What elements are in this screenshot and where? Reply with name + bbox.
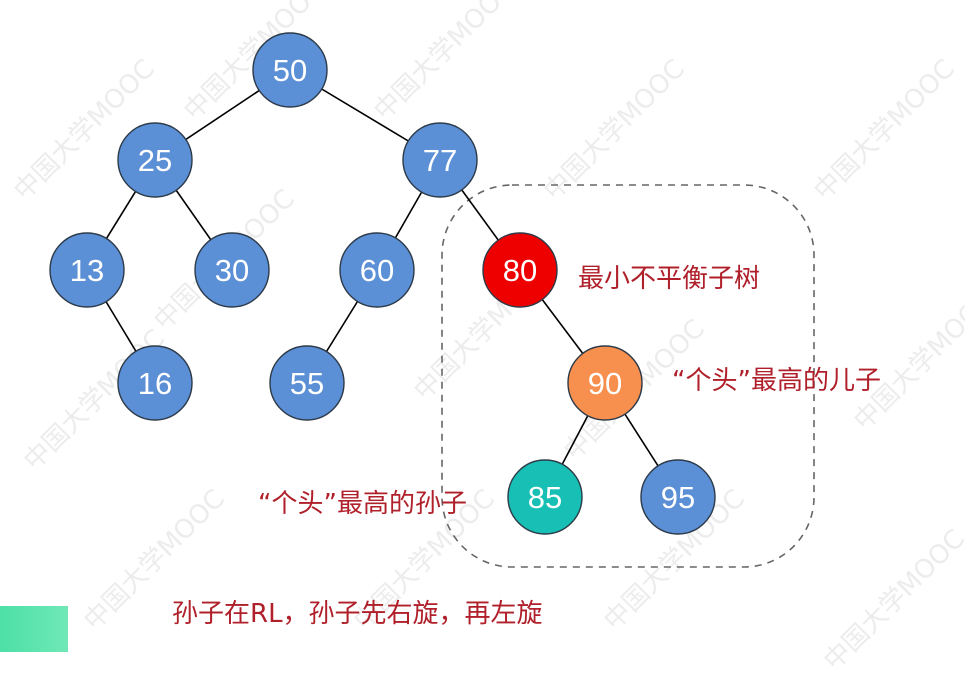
node-value: 80 [503,253,537,288]
node-value: 90 [588,366,622,401]
tree-node-16: 16 [117,345,193,421]
tallest-child-label: “个头”最高的儿子 [672,366,881,396]
tallest-grandchild-label: “个头”最高的孙子 [258,489,467,519]
tree-node-77: 77 [402,122,478,198]
node-value: 77 [423,143,457,178]
tree-node-30: 30 [194,232,270,308]
min-unbalanced-subtree-label: 最小不平衡子树 [578,264,761,294]
node-value: 30 [215,253,249,288]
tree-node-55: 55 [269,345,345,421]
corner-decoration [0,606,68,652]
tree-node-50: 50 [252,32,328,108]
node-value: 55 [290,366,324,401]
node-value: 60 [360,253,394,288]
node-value: 25 [138,143,172,178]
node-value: 50 [273,53,307,88]
node-value: 85 [528,480,562,515]
tree-node-25: 25 [117,122,193,198]
node-value: 95 [661,480,695,515]
tree-node-90: 90 [567,345,643,421]
node-value: 16 [138,366,172,401]
node-value: 13 [70,253,104,288]
tree-node-80: 80 [482,232,558,308]
tree-node-95: 95 [640,459,716,535]
tree-diagram: 50 25 77 13 30 60 80 16 55 90 85 95 [49,32,815,568]
tree-node-13: 13 [49,232,125,308]
tree-node-85: 85 [507,459,583,535]
rotation-caption: 孙子在RL，孙子先右旋，再左旋 [172,599,543,629]
tree-node-60: 60 [339,232,415,308]
